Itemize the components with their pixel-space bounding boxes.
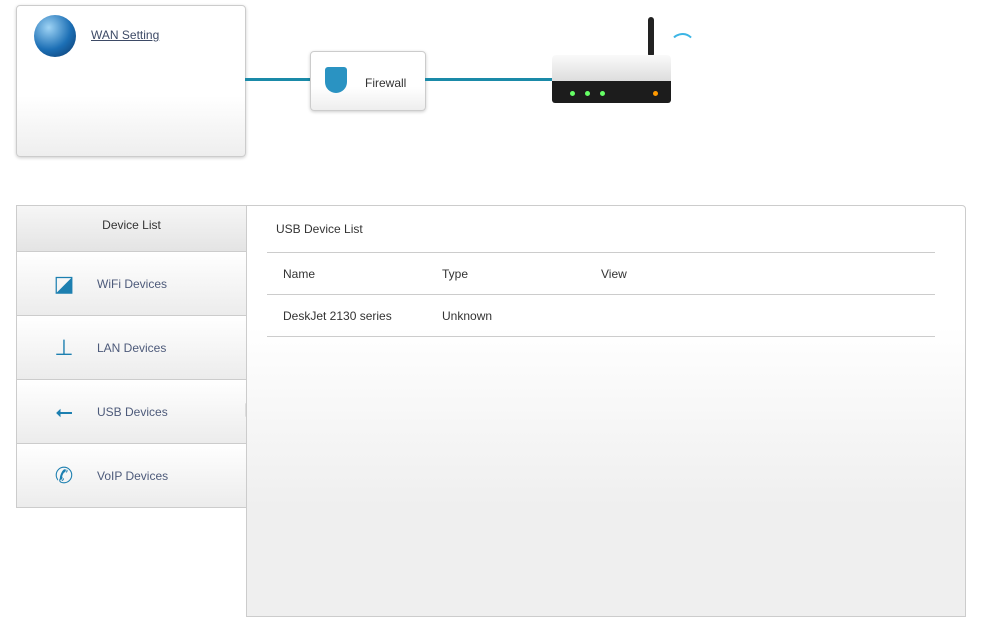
sidebar-item-lan[interactable]: ⊥ LAN Devices bbox=[17, 316, 246, 380]
sidebar-item-label: USB Devices bbox=[97, 405, 168, 419]
table-row: DeskJet 2130 series Unknown bbox=[267, 294, 935, 337]
device-view bbox=[585, 294, 935, 337]
sidebar-item-label: VoIP Devices bbox=[97, 469, 169, 483]
table-header: Name Type View bbox=[267, 252, 935, 295]
sidebar-item-voip[interactable]: ✆ VoIP Devices bbox=[17, 444, 246, 507]
phone-icon: ✆ bbox=[54, 463, 74, 488]
sidebar-item-label: LAN Devices bbox=[97, 341, 167, 355]
column-view: View bbox=[585, 252, 935, 295]
usb-device-table: Name Type View DeskJet 2130 series Unkno… bbox=[267, 252, 935, 337]
firewall-label: Firewall bbox=[365, 76, 407, 90]
globe-icon bbox=[34, 15, 76, 57]
shield-icon bbox=[325, 67, 347, 93]
router-icon[interactable] bbox=[552, 55, 671, 109]
connection-line bbox=[425, 78, 553, 81]
wan-card: WAN Setting bbox=[16, 5, 246, 157]
sidebar-item-wifi[interactable]: ◪ WiFi Devices bbox=[17, 252, 246, 316]
sidebar-title: Device List bbox=[17, 206, 246, 252]
antenna-icon bbox=[648, 17, 654, 57]
column-type: Type bbox=[426, 252, 585, 295]
usb-device-panel: USB Device List Name Type View DeskJet 2… bbox=[246, 205, 966, 617]
wan-setting-link[interactable]: WAN Setting bbox=[91, 28, 159, 42]
wifi-device-icon: ◪ bbox=[53, 271, 75, 296]
usb-icon: ⭠ bbox=[55, 399, 73, 424]
network-icon: ⊥ bbox=[54, 335, 74, 360]
firewall-button[interactable]: Firewall bbox=[310, 51, 426, 111]
device-type: Unknown bbox=[426, 294, 585, 337]
wifi-signal-icon: ◝ bbox=[667, 21, 704, 59]
column-name: Name bbox=[267, 252, 426, 295]
device-name: DeskJet 2130 series bbox=[267, 294, 426, 337]
sidebar-item-label: WiFi Devices bbox=[97, 277, 168, 291]
connection-line bbox=[245, 78, 310, 81]
panel-title: USB Device List bbox=[276, 222, 363, 236]
device-list-sidebar: Device List ◪ WiFi Devices ⊥ LAN Devices ⭠… bbox=[16, 205, 247, 508]
sidebar-item-usb[interactable]: ⭠ USB Devices bbox=[17, 380, 246, 444]
